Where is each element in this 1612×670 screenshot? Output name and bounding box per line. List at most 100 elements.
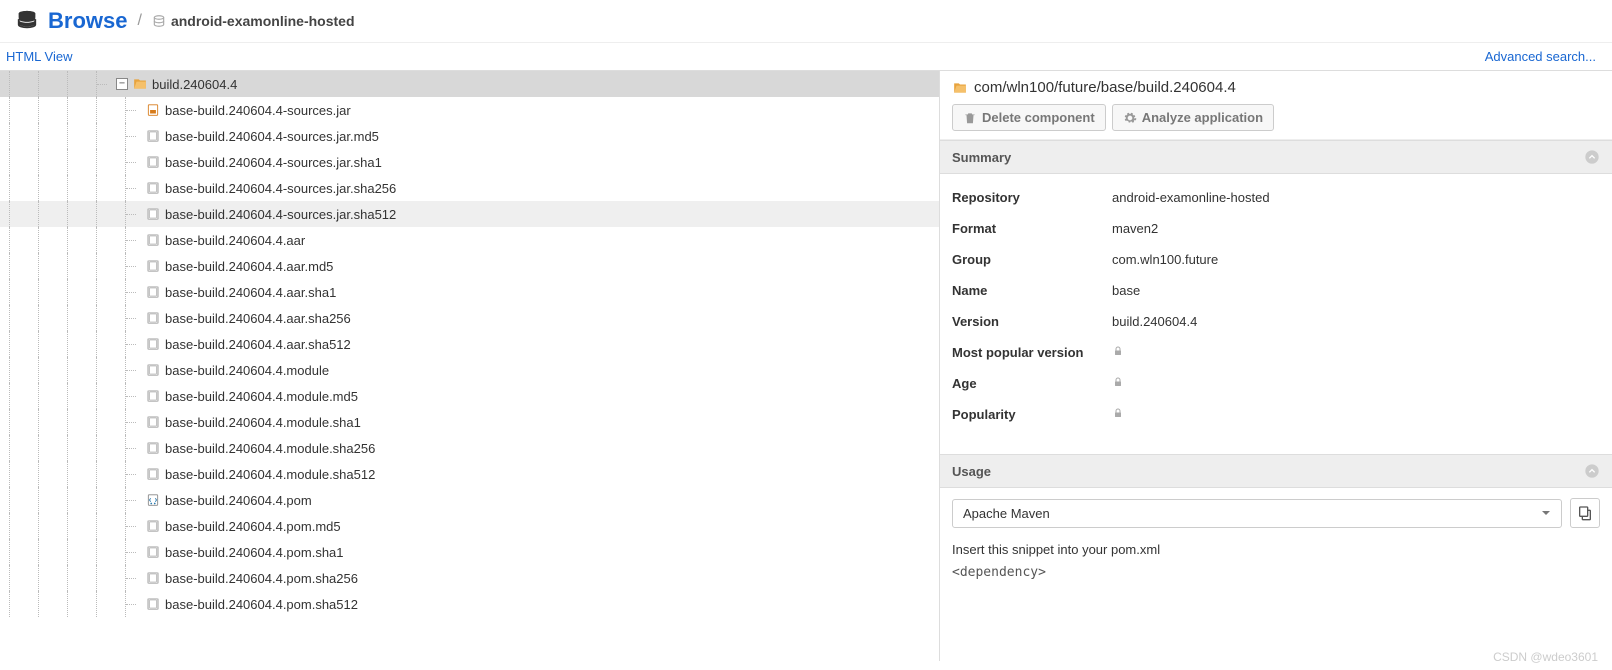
tree-file-row[interactable]: base-build.240604.4-sources.jar.sha256 <box>0 175 939 201</box>
tree-file-row[interactable]: base-build.240604.4.pom <box>0 487 939 513</box>
tree-file-label: base-build.240604.4.aar.sha512 <box>165 337 351 352</box>
tree-file-label: base-build.240604.4.aar.sha1 <box>165 285 336 300</box>
copy-icon <box>1577 505 1593 521</box>
tree-folder-row[interactable]: − build.240604.4 <box>0 71 939 97</box>
analyze-application-label: Analyze application <box>1142 110 1263 125</box>
summary-label: Popularity <box>952 407 1112 422</box>
summary-row: Repositoryandroid-examonline-hosted <box>940 182 1612 213</box>
detail-path-header: com/wln100/future/base/build.240604.4 <box>940 71 1612 104</box>
trash-icon <box>963 111 977 125</box>
chevron-up-icon <box>1584 463 1600 479</box>
summary-row: Groupcom.wln100.future <box>940 244 1612 275</box>
tree-file-label: base-build.240604.4.pom.sha256 <box>165 571 358 586</box>
usage-section-header[interactable]: Usage <box>940 454 1612 488</box>
summary-label: Format <box>952 221 1112 236</box>
tree-file-row[interactable]: base-build.240604.4-sources.jar.sha512 <box>0 201 939 227</box>
breadcrumb-repo-label: android-examonline-hosted <box>171 13 355 29</box>
usage-snippet: <dependency> <box>952 565 1600 580</box>
advanced-search-link[interactable]: Advanced search... <box>1485 49 1596 64</box>
tree-file-row[interactable]: base-build.240604.4.module.sha512 <box>0 461 939 487</box>
page-title: Browse <box>48 8 127 34</box>
tree-file-label: base-build.240604.4-sources.jar.sha256 <box>165 181 396 196</box>
tree-file-label: base-build.240604.4.pom.sha512 <box>165 597 358 612</box>
tree-file-row[interactable]: base-build.240604.4.module.sha1 <box>0 409 939 435</box>
summary-row: Formatmaven2 <box>940 213 1612 244</box>
tree-file-row[interactable]: base-build.240604.4.pom.sha1 <box>0 539 939 565</box>
detail-path: com/wln100/future/base/build.240604.4 <box>974 79 1236 96</box>
tree-file-row[interactable]: base-build.240604.4.aar.sha512 <box>0 331 939 357</box>
collapse-icon[interactable]: − <box>116 78 128 90</box>
usage-title: Usage <box>952 464 991 479</box>
file-icon <box>145 154 161 170</box>
tree-file-row[interactable]: base-build.240604.4.pom.md5 <box>0 513 939 539</box>
summary-value: com.wln100.future <box>1112 252 1218 267</box>
tree-file-label: base-build.240604.4-sources.jar.sha1 <box>165 155 382 170</box>
tree-file-label: base-build.240604.4.aar.sha256 <box>165 311 351 326</box>
tree-file-row[interactable]: base-build.240604.4.aar.sha256 <box>0 305 939 331</box>
summary-label: Most popular version <box>952 345 1112 360</box>
summary-value: android-examonline-hosted <box>1112 190 1270 205</box>
tree-file-label: base-build.240604.4.aar <box>165 233 305 248</box>
tree-file-label: base-build.240604.4.module.sha1 <box>165 415 361 430</box>
tree-file-row[interactable]: base-build.240604.4.module <box>0 357 939 383</box>
tree-file-row[interactable]: base-build.240604.4.module.sha256 <box>0 435 939 461</box>
content: − build.240604.4 base-build.240604.4-sou… <box>0 71 1612 661</box>
file-icon <box>145 388 161 404</box>
summary-table: Repositoryandroid-examonline-hostedForma… <box>940 174 1612 438</box>
file-icon <box>145 518 161 534</box>
file-icon <box>145 440 161 456</box>
file-icon <box>145 284 161 300</box>
summary-label: Version <box>952 314 1112 329</box>
tree-file-row[interactable]: base-build.240604.4-sources.jar <box>0 97 939 123</box>
delete-component-label: Delete component <box>982 110 1095 125</box>
tree-pane[interactable]: − build.240604.4 base-build.240604.4-sou… <box>0 71 940 661</box>
tree-file-label: base-build.240604.4.module <box>165 363 329 378</box>
breadcrumb-repo[interactable]: android-examonline-hosted <box>152 13 355 29</box>
tree-file-row[interactable]: base-build.240604.4-sources.jar.sha1 <box>0 149 939 175</box>
usage-format-select[interactable]: Apache Maven <box>952 499 1562 528</box>
usage-format-value: Apache Maven <box>963 506 1050 521</box>
database-icon <box>16 9 38 34</box>
file-icon <box>145 466 161 482</box>
tree-file-row[interactable]: base-build.240604.4.module.md5 <box>0 383 939 409</box>
analyze-application-button[interactable]: Analyze application <box>1112 104 1274 131</box>
summary-row: Popularity <box>940 399 1612 430</box>
tree-file-label: base-build.240604.4.module.sha512 <box>165 467 375 482</box>
lock-icon <box>1112 345 1124 360</box>
tree-file-row[interactable]: base-build.240604.4.aar.sha1 <box>0 279 939 305</box>
tree-file-row[interactable]: base-build.240604.4-sources.jar.md5 <box>0 123 939 149</box>
detail-actions: Delete component Analyze application <box>940 104 1612 140</box>
file-icon <box>145 570 161 586</box>
summary-row: Namebase <box>940 275 1612 306</box>
summary-label: Repository <box>952 190 1112 205</box>
html-view-link[interactable]: HTML View <box>6 49 72 64</box>
folder-open-icon <box>952 81 968 95</box>
gear-icon <box>1123 111 1137 125</box>
summary-label: Age <box>952 376 1112 391</box>
file-icon <box>145 336 161 352</box>
lock-icon <box>1112 407 1124 422</box>
copy-snippet-button[interactable] <box>1570 498 1600 528</box>
file-icon <box>145 544 161 560</box>
delete-component-button[interactable]: Delete component <box>952 104 1106 131</box>
lock-icon <box>1112 376 1124 391</box>
summary-section-header[interactable]: Summary <box>940 140 1612 174</box>
file-icon <box>145 596 161 612</box>
file-icon <box>145 206 161 222</box>
summary-value: base <box>1112 283 1140 298</box>
tree-file-row[interactable]: base-build.240604.4.pom.sha256 <box>0 565 939 591</box>
tree-file-row[interactable]: base-build.240604.4.aar.md5 <box>0 253 939 279</box>
tree-file-label: base-build.240604.4.module.sha256 <box>165 441 375 456</box>
file-icon <box>145 258 161 274</box>
tree-file-row[interactable]: base-build.240604.4.pom.sha512 <box>0 591 939 617</box>
toolbar: HTML View Advanced search... <box>0 43 1612 71</box>
summary-row: Most popular version <box>940 337 1612 368</box>
tree-folder-label: build.240604.4 <box>152 77 237 92</box>
file-icon <box>145 362 161 378</box>
summary-label: Name <box>952 283 1112 298</box>
breadcrumb-separator: / <box>137 12 141 30</box>
summary-label: Group <box>952 252 1112 267</box>
tree-file-row[interactable]: base-build.240604.4.aar <box>0 227 939 253</box>
summary-value: maven2 <box>1112 221 1158 236</box>
file-icon <box>145 310 161 326</box>
